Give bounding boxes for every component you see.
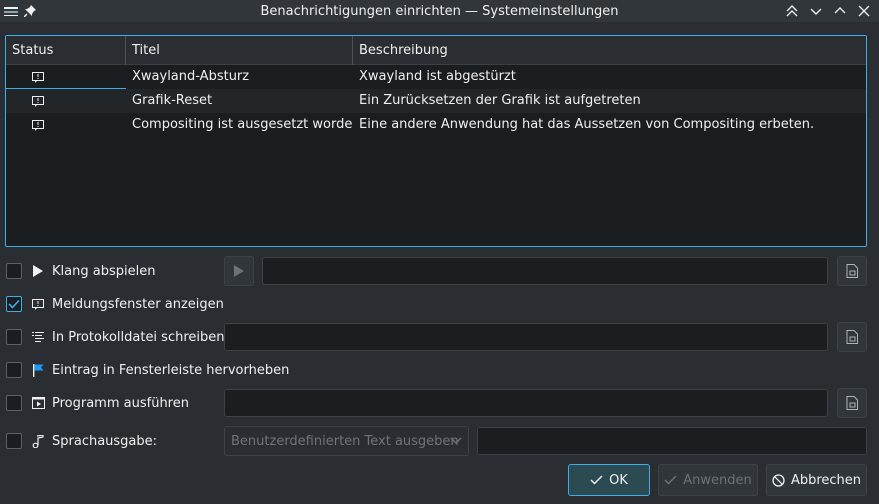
events-table[interactable]: Status Titel Beschreibung Xwayland-Abstu…	[5, 35, 867, 247]
play-icon	[30, 263, 46, 279]
maximize-button[interactable]	[829, 0, 851, 22]
row-title: Grafik-Reset	[132, 93, 213, 108]
option-execute: Programm ausführen	[6, 391, 189, 415]
sound-checkbox[interactable]	[6, 263, 22, 279]
logfile-checkbox[interactable]	[6, 329, 22, 345]
option-taskbar: Eintrag in Fensterleiste hervorheben	[6, 358, 289, 382]
minimize-button[interactable]	[805, 0, 827, 22]
popup-status-icon	[6, 89, 70, 113]
music-note-icon	[30, 433, 46, 449]
column-header-title[interactable]: Titel	[126, 36, 353, 65]
popup-label[interactable]: Meldungsfenster anzeigen	[52, 297, 224, 312]
app-menu-icon[interactable]	[4, 5, 18, 17]
row-description: Ein Zurücksetzen der Grafik ist aufgetre…	[359, 93, 641, 108]
logfile-input[interactable]	[224, 323, 828, 351]
table-row[interactable]: Xwayland-Absturz Xwayland ist abgestürzt	[6, 65, 866, 89]
popup-checkbox[interactable]	[6, 296, 22, 312]
browse-program-button[interactable]	[837, 388, 867, 418]
popup-message-icon	[30, 296, 46, 312]
apply-label: Anwenden	[683, 472, 752, 488]
option-popup: Meldungsfenster anzeigen	[6, 292, 224, 316]
ok-label: OK	[609, 472, 628, 488]
apply-button[interactable]: Anwenden	[658, 464, 758, 496]
close-button[interactable]	[853, 0, 875, 22]
run-program-icon	[30, 395, 46, 411]
flag-icon	[30, 362, 46, 378]
program-input[interactable]	[224, 389, 828, 417]
cancel-icon	[772, 473, 785, 487]
option-logfile: In Protokolldatei schreiben	[6, 325, 225, 349]
ok-button[interactable]: OK	[568, 464, 650, 496]
popup-status-icon	[6, 65, 70, 88]
taskbar-label[interactable]: Eintrag in Fensterleiste hervorheben	[52, 363, 289, 378]
keep-above-button[interactable]	[781, 0, 803, 22]
pin-icon[interactable]	[24, 5, 36, 17]
browse-logfile-button[interactable]	[837, 322, 867, 352]
play-sound-button[interactable]	[224, 256, 254, 286]
option-speech: Sprachausgabe:	[6, 429, 157, 453]
column-header-status[interactable]: Status	[6, 36, 126, 65]
check-icon	[664, 475, 677, 485]
cancel-button[interactable]: Abbrechen	[766, 464, 867, 496]
popup-status-icon	[6, 113, 70, 137]
window-title: Benachrichtigungen einrichten — Systemei…	[260, 3, 619, 19]
row-description: Eine andere Anwendung hat das Aussetzen …	[359, 117, 815, 132]
logfile-label[interactable]: In Protokolldatei schreiben	[52, 330, 225, 345]
row-description: Xwayland ist abgestürzt	[359, 69, 516, 84]
row-title: Compositing ist ausgesetzt worden	[132, 117, 353, 132]
speech-checkbox[interactable]	[6, 433, 22, 449]
check-icon	[590, 475, 603, 485]
chevron-down-icon	[450, 434, 462, 450]
sound-label[interactable]: Klang abspielen	[52, 264, 155, 279]
text-lines-icon	[30, 329, 46, 345]
execute-checkbox[interactable]	[6, 395, 22, 411]
taskbar-checkbox[interactable]	[6, 362, 22, 378]
cancel-label: Abbrechen	[790, 472, 862, 488]
browse-sound-button[interactable]	[837, 256, 867, 286]
speech-label[interactable]: Sprachausgabe:	[52, 434, 157, 449]
speech-mode-value: Benutzerdefinierten Text ausgeben	[231, 433, 459, 449]
table-row[interactable]: Compositing ist ausgesetzt worden Eine a…	[6, 113, 866, 137]
table-header: Status Titel Beschreibung	[6, 36, 866, 65]
table-row[interactable]: Grafik-Reset Ein Zurücksetzen der Grafik…	[6, 89, 866, 113]
column-header-description[interactable]: Beschreibung	[353, 36, 866, 65]
sound-file-input[interactable]	[262, 257, 828, 285]
speech-text-input[interactable]	[477, 427, 867, 455]
speech-mode-select[interactable]: Benutzerdefinierten Text ausgeben	[224, 426, 469, 456]
title-bar: Benachrichtigungen einrichten — Systemei…	[0, 0, 879, 22]
option-sound: Klang abspielen	[6, 259, 155, 283]
execute-label[interactable]: Programm ausführen	[52, 396, 189, 411]
row-title: Xwayland-Absturz	[132, 69, 250, 84]
